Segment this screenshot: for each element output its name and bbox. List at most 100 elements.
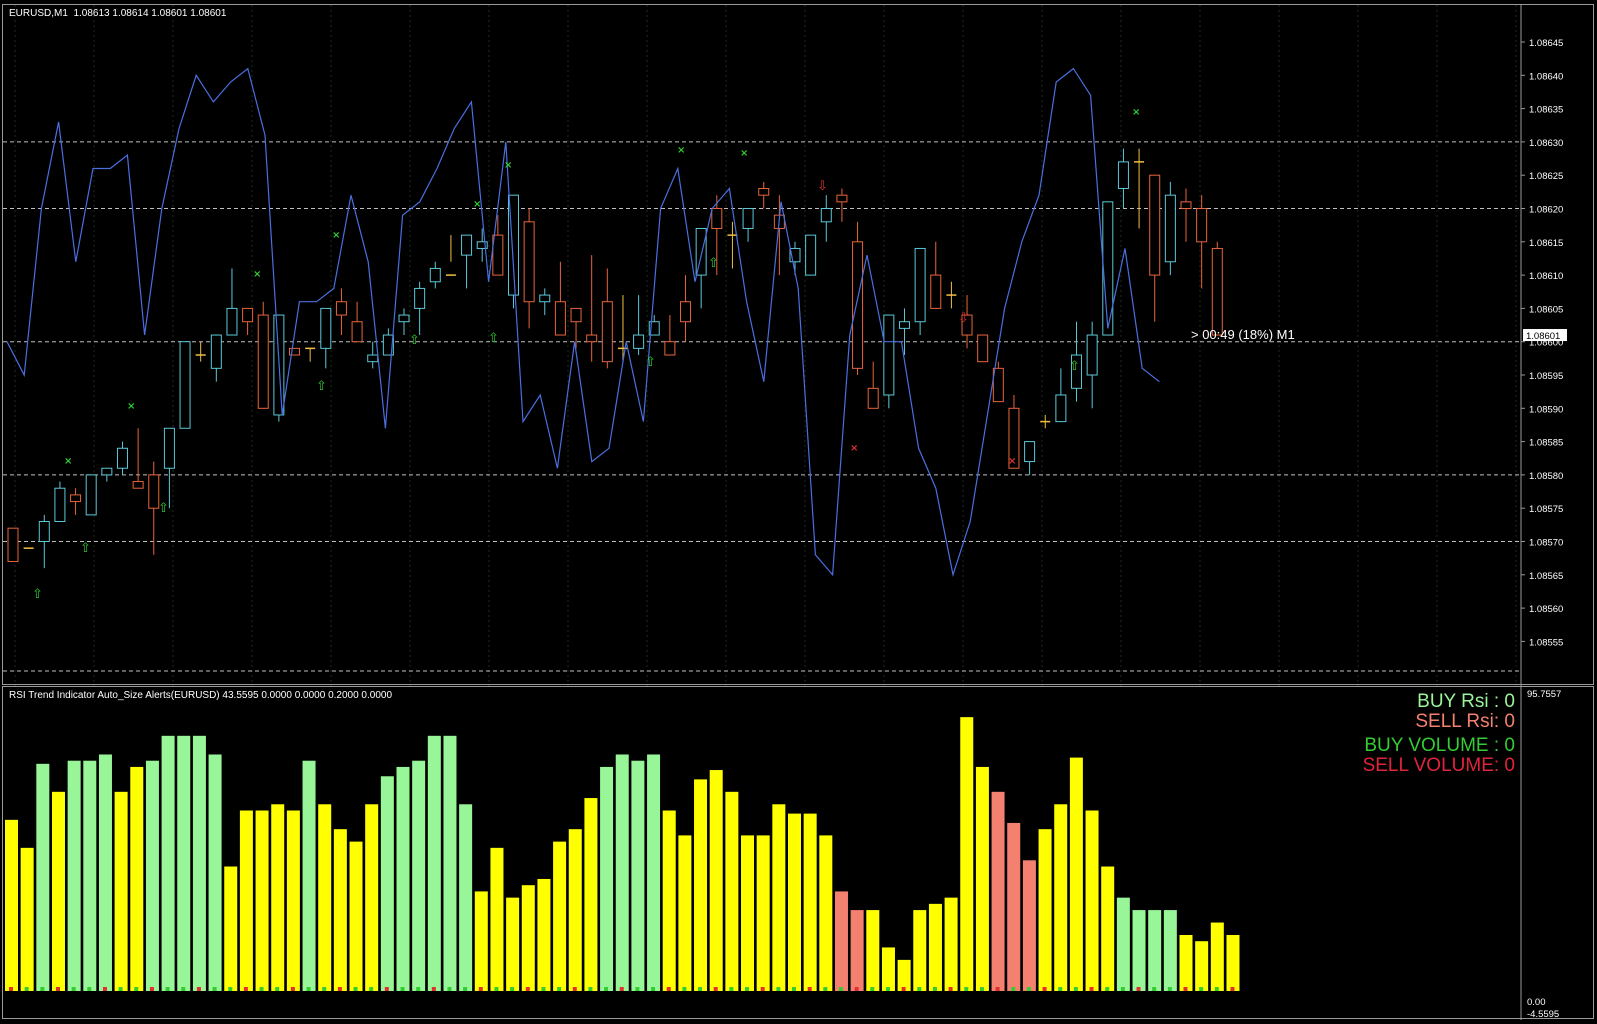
volume-tick bbox=[1152, 987, 1157, 991]
candle-body bbox=[554, 301, 566, 336]
rsi-bar bbox=[20, 847, 34, 991]
rsi-bar bbox=[913, 910, 927, 991]
buy-cross-icon: × bbox=[740, 148, 748, 159]
sell-arrow-icon: ⇩ bbox=[817, 179, 828, 194]
candle-body bbox=[820, 208, 832, 223]
volume-tick bbox=[1058, 987, 1063, 991]
volume-tick bbox=[290, 987, 295, 991]
candle-body bbox=[883, 314, 895, 396]
price-tick-label: 1.08620 bbox=[1529, 205, 1563, 216]
candle-body bbox=[930, 274, 942, 309]
rsi-bar bbox=[1101, 866, 1115, 991]
candle-body bbox=[1196, 208, 1208, 243]
rsi-bar bbox=[443, 735, 457, 991]
rsi-bar bbox=[772, 804, 786, 991]
candle-body bbox=[1102, 201, 1114, 336]
candle-body bbox=[429, 267, 441, 283]
volume-tick bbox=[838, 987, 843, 991]
candle-body bbox=[570, 307, 582, 323]
price-tick-label: 1.08640 bbox=[1529, 71, 1563, 82]
rsi-bar bbox=[741, 835, 755, 991]
volume-tick bbox=[572, 987, 577, 991]
volume-tick bbox=[149, 987, 154, 991]
volume-tick bbox=[1214, 987, 1219, 991]
price-chart-canvas[interactable]: 1.08645 1.08640 1.08635 1.08630 1.08625 1.086… bbox=[3, 5, 1595, 686]
rsi-bar bbox=[51, 791, 65, 991]
buy-volume-label: BUY VOLUME : 0 bbox=[1364, 735, 1515, 756]
price-tick-label: 1.08555 bbox=[1529, 637, 1563, 648]
rsi-bar bbox=[678, 835, 692, 991]
rsi-bar bbox=[1195, 941, 1209, 991]
rsi-bar bbox=[98, 754, 112, 991]
volume-tick bbox=[1042, 987, 1047, 991]
sell-rsi-label: SELL Rsi: 0 bbox=[1415, 711, 1515, 732]
volume-tick bbox=[181, 987, 186, 991]
indicator-canvas[interactable]: 95.7557 0.00-4.5595 bbox=[3, 687, 1595, 1020]
rsi-bar bbox=[834, 891, 848, 991]
volume-tick bbox=[1089, 987, 1094, 991]
candle-body bbox=[414, 287, 426, 309]
volume-tick bbox=[745, 987, 750, 991]
rsi-bar bbox=[459, 804, 473, 991]
price-tick-label: 1.08570 bbox=[1529, 538, 1563, 549]
volume-tick bbox=[243, 987, 248, 991]
rsi-bar bbox=[1163, 910, 1177, 991]
volume-tick bbox=[40, 987, 45, 991]
rsi-bar bbox=[427, 735, 441, 991]
rsi-bar bbox=[1022, 860, 1036, 991]
candle-body bbox=[680, 301, 692, 323]
volume-tick bbox=[1120, 987, 1125, 991]
rsi-bar bbox=[866, 910, 880, 991]
buy-arrow-icon: ⇧ bbox=[1069, 359, 1080, 374]
rsi-bar bbox=[177, 735, 191, 991]
volume-tick bbox=[901, 987, 906, 991]
buy-arrow-icon: ⇧ bbox=[409, 333, 420, 348]
candle-body bbox=[836, 194, 848, 203]
rsi-bar bbox=[208, 754, 222, 991]
volume-tick bbox=[525, 987, 530, 991]
rsi-bar bbox=[756, 835, 770, 991]
candle-body bbox=[758, 188, 770, 196]
volume-tick bbox=[760, 987, 765, 991]
indicator-panel[interactable]: 95.7557 0.00 -4.5595 RSI Trend Indicator A… bbox=[2, 686, 1595, 1020]
candle-body bbox=[711, 208, 723, 229]
candle-body bbox=[601, 301, 613, 363]
volume-tick bbox=[369, 987, 374, 991]
candle-body bbox=[351, 321, 363, 343]
price-chart-panel[interactable]: 1.08645 1.08640 1.08635 1.08630 1.08625 1.086… bbox=[2, 4, 1595, 686]
rsi-bar bbox=[1085, 810, 1099, 991]
price-tick-label: 1.08560 bbox=[1529, 604, 1563, 615]
volume-tick bbox=[165, 987, 170, 991]
rsi-bar bbox=[333, 829, 347, 991]
rsi-bar bbox=[349, 841, 363, 991]
volume-tick bbox=[384, 987, 389, 991]
buy-arrow-icon: ⇧ bbox=[32, 587, 43, 602]
rsi-bar bbox=[788, 813, 801, 991]
candle-body bbox=[805, 234, 817, 276]
sell-volume-label: SELL VOLUME: 0 bbox=[1362, 755, 1515, 776]
rsi-bar bbox=[114, 791, 128, 991]
buy-cross-icon: × bbox=[504, 160, 512, 171]
price-tick-label: 1.08585 bbox=[1529, 438, 1563, 449]
candle-body bbox=[523, 221, 535, 303]
volume-tick bbox=[854, 987, 859, 991]
indicator-scale-zero: 0.00 bbox=[1527, 997, 1546, 1008]
price-tick-label: 1.08615 bbox=[1529, 238, 1563, 249]
volume-tick bbox=[1073, 987, 1078, 991]
candle-body bbox=[320, 307, 332, 349]
rsi-bar bbox=[474, 891, 488, 991]
rsi-bar bbox=[600, 766, 614, 991]
volume-tick bbox=[24, 987, 29, 991]
volume-tick bbox=[102, 987, 107, 991]
sell-cross-icon: × bbox=[1008, 456, 1016, 467]
volume-tick bbox=[823, 987, 828, 991]
volume-tick bbox=[948, 987, 953, 991]
volume-tick bbox=[400, 987, 405, 991]
candle-countdown: > 00:49 (18%) M1 bbox=[1191, 327, 1295, 342]
volume-tick bbox=[713, 987, 718, 991]
volume-tick bbox=[917, 987, 922, 991]
rsi-bar bbox=[694, 779, 708, 991]
rsi-bar bbox=[1132, 910, 1146, 991]
candle-body bbox=[132, 481, 144, 489]
rsi-bar bbox=[506, 897, 520, 991]
